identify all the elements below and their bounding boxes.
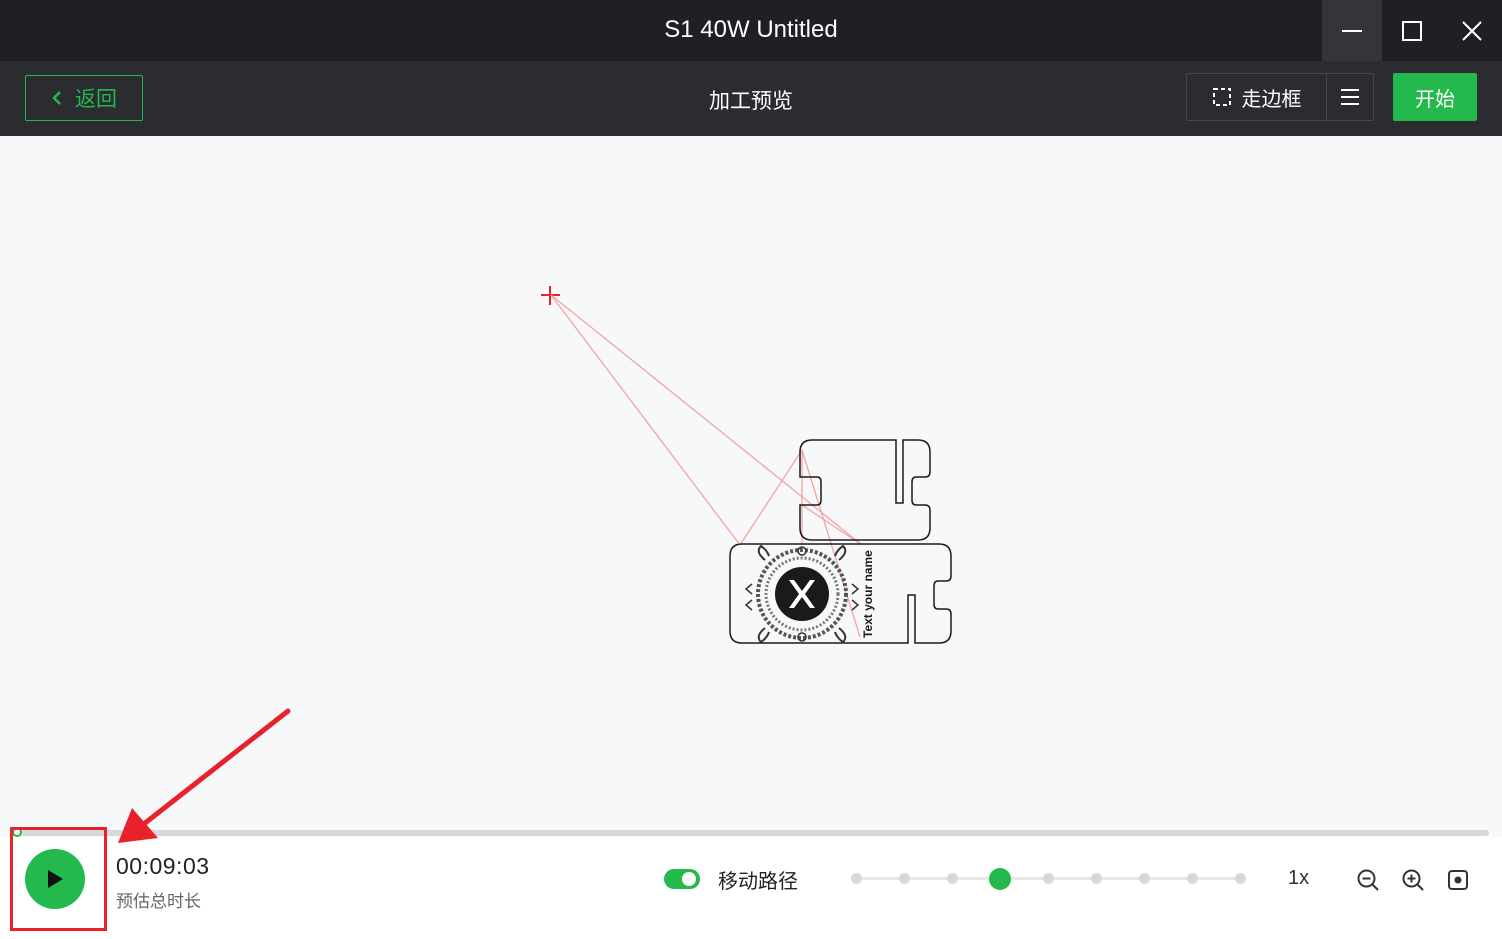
speed-value: 1x bbox=[1288, 867, 1310, 889]
start-button[interactable]: 开始 bbox=[1393, 73, 1477, 121]
speed-slider-step[interactable] bbox=[1234, 873, 1246, 884]
window-titlebar: S1 40W Untitled bbox=[0, 0, 1502, 61]
zoom-in-button[interactable] bbox=[1400, 867, 1426, 893]
maximize-button[interactable] bbox=[1382, 0, 1442, 61]
speed-slider-step[interactable] bbox=[1042, 873, 1054, 884]
zoom-out-button[interactable] bbox=[1355, 867, 1381, 893]
close-button[interactable] bbox=[1442, 0, 1502, 61]
maximize-icon bbox=[1402, 20, 1422, 41]
fit-view-icon bbox=[1448, 870, 1468, 890]
speed-slider-handle[interactable] bbox=[989, 868, 1011, 890]
speed-slider-step[interactable] bbox=[1090, 873, 1102, 884]
window-title: S1 40W Untitled bbox=[664, 16, 838, 43]
frame-button[interactable]: 走边框 bbox=[1187, 74, 1327, 120]
move-path-label: 移动路径 bbox=[718, 871, 798, 893]
progress-handle[interactable] bbox=[12, 827, 22, 837]
speed-slider-step[interactable] bbox=[898, 873, 910, 884]
frame-button-group: 走边框 bbox=[1186, 73, 1374, 121]
speed-slider-step[interactable] bbox=[1138, 873, 1150, 884]
zoom-in-icon bbox=[1402, 869, 1424, 891]
stand-piece-upper bbox=[799, 439, 931, 541]
play-icon bbox=[48, 870, 63, 888]
minimize-icon bbox=[1342, 29, 1362, 32]
preview-canvas[interactable]: Text your name bbox=[0, 136, 1502, 830]
close-icon bbox=[1462, 20, 1482, 41]
zoom-out-icon bbox=[1357, 869, 1379, 891]
frame-label: 走边框 bbox=[1241, 88, 1302, 111]
speed-slider[interactable] bbox=[850, 867, 1246, 891]
estimated-time: 00:09:03 bbox=[116, 853, 210, 879]
engraved-text: Text your name bbox=[861, 550, 875, 638]
speed-slider-step[interactable] bbox=[850, 873, 862, 884]
progress-track[interactable] bbox=[12, 830, 1489, 836]
speed-slider-step[interactable] bbox=[1186, 873, 1198, 884]
preview-drawing: Text your name bbox=[541, 286, 952, 644]
hamburger-menu-icon bbox=[1341, 89, 1359, 105]
play-button[interactable] bbox=[25, 849, 85, 909]
dashed-square-icon bbox=[1212, 88, 1231, 106]
toggle-knob bbox=[682, 872, 696, 886]
more-menu-button[interactable] bbox=[1327, 74, 1373, 120]
xtool-logo bbox=[775, 567, 829, 621]
estimated-time-label: 预估总时长 bbox=[116, 892, 201, 911]
minimize-button[interactable] bbox=[1322, 0, 1382, 61]
speed-slider-step[interactable] bbox=[946, 873, 958, 884]
move-path-toggle[interactable] bbox=[664, 869, 700, 889]
playback-bar: 00:09:03 预估总时长 移动路径 1x bbox=[0, 837, 1502, 939]
fit-view-button[interactable] bbox=[1445, 867, 1471, 893]
top-toolbar: 返回 加工预览 走边框 开始 bbox=[0, 61, 1502, 136]
